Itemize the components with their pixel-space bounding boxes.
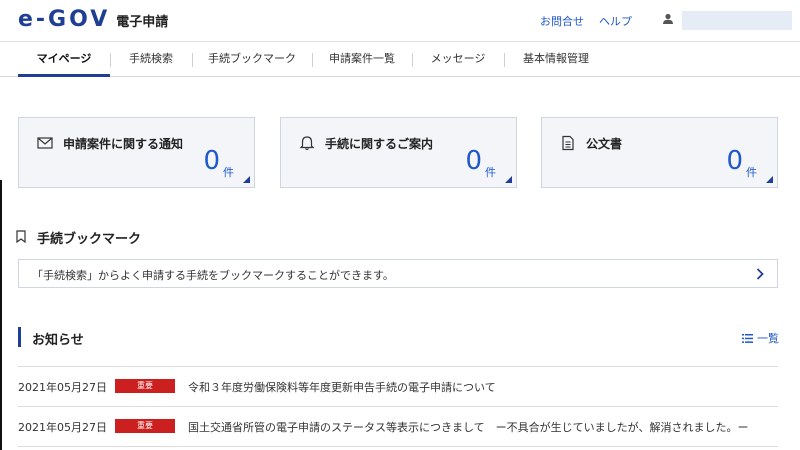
card-count: 0	[465, 146, 482, 176]
contact-link[interactable]: お問合せ	[540, 13, 584, 29]
tab-messages[interactable]: メッセージ	[412, 43, 504, 77]
document-icon	[562, 135, 574, 151]
news-title-link[interactable]: 令和３年度労働保険料等年度更新申告手続の電子申請について	[188, 379, 496, 395]
help-link[interactable]: ヘルプ	[599, 13, 632, 29]
news-item[interactable]: 2021年05月27日 重要 国土交通省所管の電子申請のステータス等表示につきま…	[18, 406, 778, 446]
bookmark-section-title: 手続ブックマーク	[37, 232, 142, 247]
bookmark-icon	[16, 230, 26, 243]
card-procedure-guidance[interactable]: 手続に関するご案内 0 件	[280, 117, 517, 188]
news-date: 2021年05月27日	[18, 381, 107, 394]
tab-mypage[interactable]: マイページ	[18, 43, 110, 77]
card-unit: 件	[746, 166, 757, 179]
news-divider	[18, 446, 778, 450]
important-badge: 重要	[115, 379, 175, 393]
corner-arrow-icon	[505, 176, 512, 183]
news-list-label: 一覧	[757, 332, 779, 345]
card-title: 申請案件に関する通知	[63, 137, 184, 151]
left-edge-line	[0, 180, 2, 450]
main-nav: マイページ 手続検索 手続ブックマーク 申請案件一覧 メッセージ 基本情報管理	[0, 43, 800, 77]
chevron-right-icon	[756, 268, 764, 280]
list-icon	[742, 333, 753, 343]
logo-mark: e-GOV	[18, 7, 111, 32]
bookmark-hint-box[interactable]: 「手続検索」からよく申請する手続をブックマークすることができます。	[18, 259, 778, 288]
news-date: 2021年05月27日	[18, 421, 107, 434]
card-title: 公文書	[586, 137, 623, 151]
tab-procedure-bookmark[interactable]: 手続ブックマーク	[192, 43, 312, 77]
logo-subtitle: 電子申請	[116, 15, 169, 30]
bookmark-hint-text: 「手続検索」からよく申請する手続をブックマークすることができます。	[32, 269, 394, 282]
corner-arrow-icon	[243, 176, 250, 183]
tab-application-list[interactable]: 申請案件一覧	[312, 43, 412, 77]
card-title: 手続に関するご案内	[325, 137, 434, 151]
egov-logo[interactable]: e-GOV 電子申請	[18, 7, 168, 32]
mail-icon	[37, 137, 53, 149]
card-official-documents[interactable]: 公文書 0 件	[541, 117, 778, 188]
tab-basic-info[interactable]: 基本情報管理	[504, 43, 608, 77]
card-unit: 件	[485, 166, 496, 179]
section-marker	[18, 327, 21, 347]
corner-arrow-icon	[766, 176, 773, 183]
user-name-box[interactable]	[682, 11, 792, 30]
card-count: 0	[203, 146, 220, 176]
user-icon[interactable]	[662, 13, 674, 25]
news-list-link[interactable]: 一覧	[742, 330, 779, 346]
card-application-notices[interactable]: 申請案件に関する通知 0 件	[18, 117, 255, 188]
card-count: 0	[726, 146, 743, 176]
bell-icon	[299, 136, 315, 151]
news-item[interactable]: 2021年05月27日 重要 令和３年度労働保険料等年度更新申告手続の電子申請に…	[18, 366, 778, 406]
news-title-link[interactable]: 国土交通省所管の電子申請のステータス等表示につきまして ー不具合が生じていました…	[188, 419, 748, 435]
card-unit: 件	[223, 166, 234, 179]
header: e-GOV 電子申請 お問合せ ヘルプ	[0, 0, 800, 42]
tab-procedure-search[interactable]: 手続検索	[110, 43, 192, 77]
important-badge: 重要	[115, 419, 175, 433]
news-section-title: お知らせ	[32, 333, 84, 348]
